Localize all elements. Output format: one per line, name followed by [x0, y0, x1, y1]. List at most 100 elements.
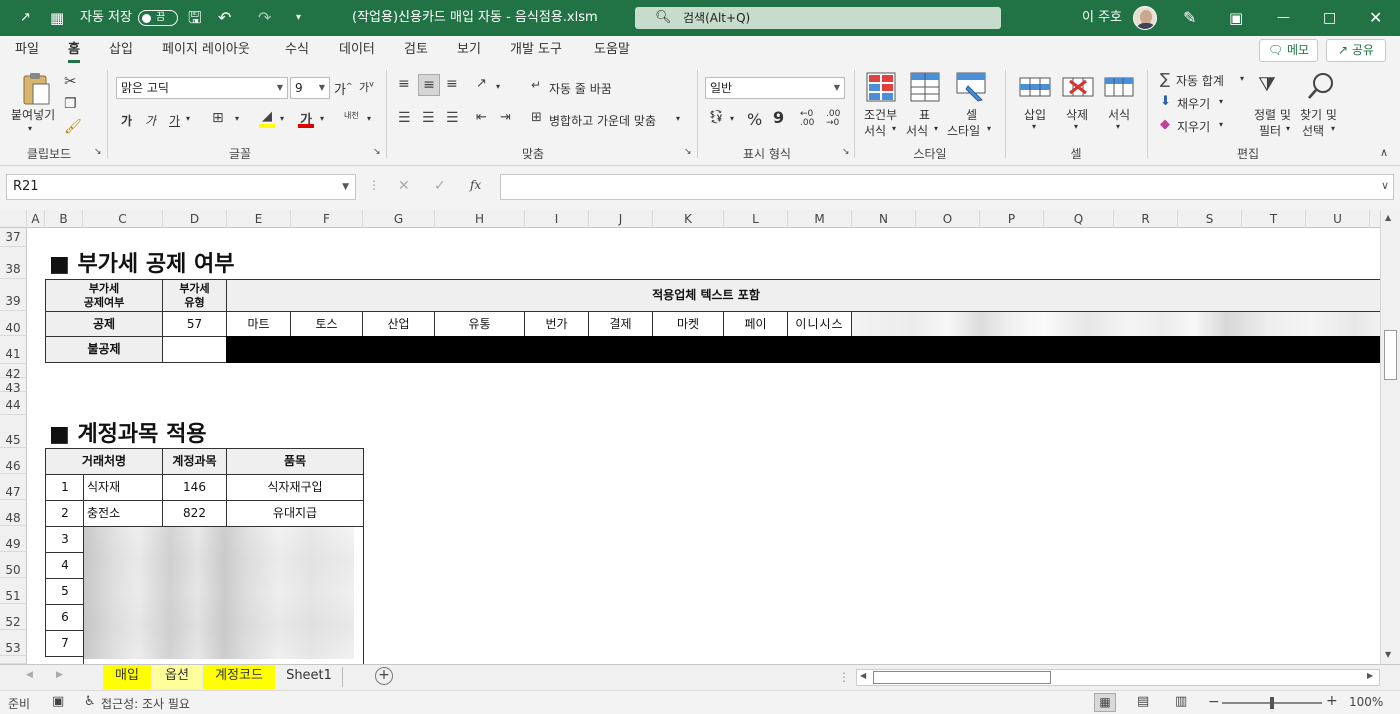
row-header[interactable]: 44 [0, 392, 27, 415]
fill-color-icon[interactable]: ◢ [258, 109, 276, 129]
header-account[interactable]: 계정과목 [162, 448, 227, 475]
format-as-table-dropdown-icon[interactable]: ▾ [934, 124, 938, 133]
column-header[interactable]: H [435, 210, 525, 228]
maximize-icon[interactable]: □ [1323, 0, 1336, 36]
minimize-icon[interactable]: — [1277, 0, 1290, 36]
keyword-cell[interactable]: 유통 [434, 311, 525, 337]
format-cells-icon[interactable] [1104, 74, 1134, 100]
table-row-no[interactable]: 6 [45, 604, 84, 631]
table-row-item[interactable]: 유대지급 [226, 500, 364, 527]
name-box[interactable]: R21 ▼ [6, 174, 356, 200]
phonetic-dropdown-icon[interactable]: ▾ [367, 114, 371, 123]
column-header[interactable]: G [363, 210, 435, 228]
row-nondeduct-label[interactable]: 불공제 [45, 336, 163, 363]
tab-split-icon[interactable]: ⋮ [838, 670, 850, 684]
find-select-label-2[interactable]: 선택 [1302, 122, 1324, 139]
table-row-vendor[interactable]: 충전소 [83, 500, 163, 527]
customize-qat-icon[interactable]: ▾ [296, 0, 301, 36]
row-header[interactable]: 40 [0, 311, 27, 336]
table-row-no[interactable]: 2 [45, 500, 84, 527]
column-header[interactable]: B [45, 210, 83, 228]
name-box-dropdown-icon[interactable]: ▼ [342, 175, 349, 199]
percent-button[interactable]: % [747, 110, 762, 129]
header-vat-type[interactable]: 부가세 유형 [162, 279, 227, 312]
horizontal-scroll-thumb[interactable] [873, 671, 1051, 684]
sort-filter-icon[interactable]: ⧩ [1258, 72, 1276, 96]
column-header[interactable]: K [653, 210, 724, 228]
sort-filter-label-2[interactable]: 필터 [1259, 122, 1281, 139]
font-color-dropdown-icon[interactable]: ▾ [320, 114, 324, 123]
column-header[interactable]: O [916, 210, 980, 228]
column-header[interactable]: F [291, 210, 363, 228]
accessibility-status[interactable]: 접근성: 조사 필요 [101, 695, 190, 712]
tab-file[interactable]: 파일 [15, 36, 39, 64]
cut-icon[interactable]: ✂ [64, 72, 77, 90]
clear-dropdown-icon[interactable]: ▾ [1219, 120, 1223, 129]
underline-dropdown-icon[interactable]: ▾ [186, 114, 190, 123]
row-header[interactable]: 41 [0, 336, 27, 364]
tab-data[interactable]: 데이터 [339, 36, 375, 64]
font-launcher-icon[interactable]: ↘ [373, 147, 381, 157]
sheet-tab[interactable]: 옵션 [153, 665, 201, 689]
file-title[interactable]: (작업용)신용카드 매입 자동 - 음식점용.xlsm [352, 0, 632, 36]
form-icon[interactable]: ▦ [50, 0, 64, 36]
header-vat-deduct[interactable]: 부가세 공제여부 [45, 279, 163, 312]
delete-cells-label[interactable]: 삭제 [1066, 106, 1088, 123]
italic-button[interactable]: 가 [145, 112, 156, 129]
save-icon[interactable]: 🖫 [188, 0, 202, 36]
align-middle-icon[interactable]: ≡ [418, 74, 440, 96]
undo-icon[interactable]: ↶ [218, 0, 231, 36]
table-row-no[interactable]: 7 [45, 630, 84, 657]
table-row-item[interactable]: 식자재구입 [226, 474, 364, 501]
scroll-down-icon[interactable]: ▼ [1385, 650, 1391, 659]
zoom-slider[interactable] [1222, 697, 1322, 709]
column-header[interactable]: P [980, 210, 1044, 228]
column-header[interactable]: A [27, 210, 45, 228]
scroll-right-icon[interactable]: ▶ [1367, 671, 1373, 680]
orientation-dropdown-icon[interactable]: ▾ [496, 82, 500, 91]
format-cells-label[interactable]: 서식 [1108, 106, 1130, 123]
table-row-no[interactable]: 5 [45, 578, 84, 605]
copy-icon[interactable]: ❐ [64, 96, 77, 112]
normal-view-icon[interactable]: ▦ [1094, 693, 1116, 712]
align-left-icon[interactable]: ☰ [398, 110, 411, 126]
column-header[interactable]: C [83, 210, 163, 228]
tab-page-layout[interactable]: 페이지 레이아웃 [162, 36, 250, 64]
cursor-icon[interactable]: ↗ [20, 0, 31, 36]
decrease-decimal-icon[interactable]: .00 →0 [826, 110, 840, 128]
sort-filter-label-1[interactable]: 정렬 및 [1254, 106, 1291, 123]
increase-indent-icon[interactable]: ⇥ [500, 110, 511, 125]
tab-help[interactable]: 도움말 [594, 36, 630, 64]
cell-styles-dropdown-icon[interactable]: ▾ [987, 124, 991, 133]
zoom-slider-handle[interactable] [1270, 697, 1274, 709]
decrease-font-button[interactable]: 가v [359, 79, 374, 95]
insert-function-icon[interactable]: fx [470, 178, 481, 192]
conditional-format-label-2[interactable]: 서식 [864, 122, 886, 139]
paste-icon[interactable] [20, 72, 52, 106]
paste-label[interactable]: 붙여넣기 [11, 106, 55, 123]
font-name-combo[interactable]: 맑은 고딕 ▼ [116, 77, 288, 99]
horizontal-scrollbar[interactable]: ◀ ▶ [856, 669, 1380, 686]
find-select-label-1[interactable]: 찾기 및 [1300, 106, 1337, 123]
keyword-cell[interactable]: 이니시스 [787, 311, 852, 337]
tab-developer[interactable]: 개발 도구 [510, 36, 562, 64]
row-header[interactable]: 37 [0, 228, 27, 247]
more-options-icon[interactable]: ⋮ [368, 178, 380, 192]
border-icon[interactable]: ⊞ [212, 110, 224, 126]
phonetic-button[interactable]: 내천 [344, 110, 359, 121]
row-header[interactable]: 52 [0, 604, 27, 630]
column-header[interactable]: S [1178, 210, 1242, 228]
autosum-button[interactable]: 자동 합계 [1176, 72, 1224, 89]
cancel-entry-icon[interactable]: ✕ [398, 178, 410, 194]
keyword-cell[interactable]: 번가 [524, 311, 589, 337]
cell-styles-icon[interactable] [956, 72, 986, 102]
row-header[interactable]: 38 [0, 247, 27, 279]
avatar[interactable] [1133, 6, 1157, 30]
macro-record-icon[interactable]: ▣ [52, 694, 64, 709]
merge-center-button[interactable]: 병합하고 가운데 맞춤 [549, 112, 656, 129]
row-nondeduct-type[interactable] [162, 336, 227, 363]
column-header[interactable]: Q [1044, 210, 1114, 228]
row-header[interactable]: 48 [0, 500, 27, 526]
prev-sheet-icon[interactable]: ◀ [26, 670, 33, 680]
paste-dropdown-icon[interactable]: ▾ [28, 124, 32, 133]
